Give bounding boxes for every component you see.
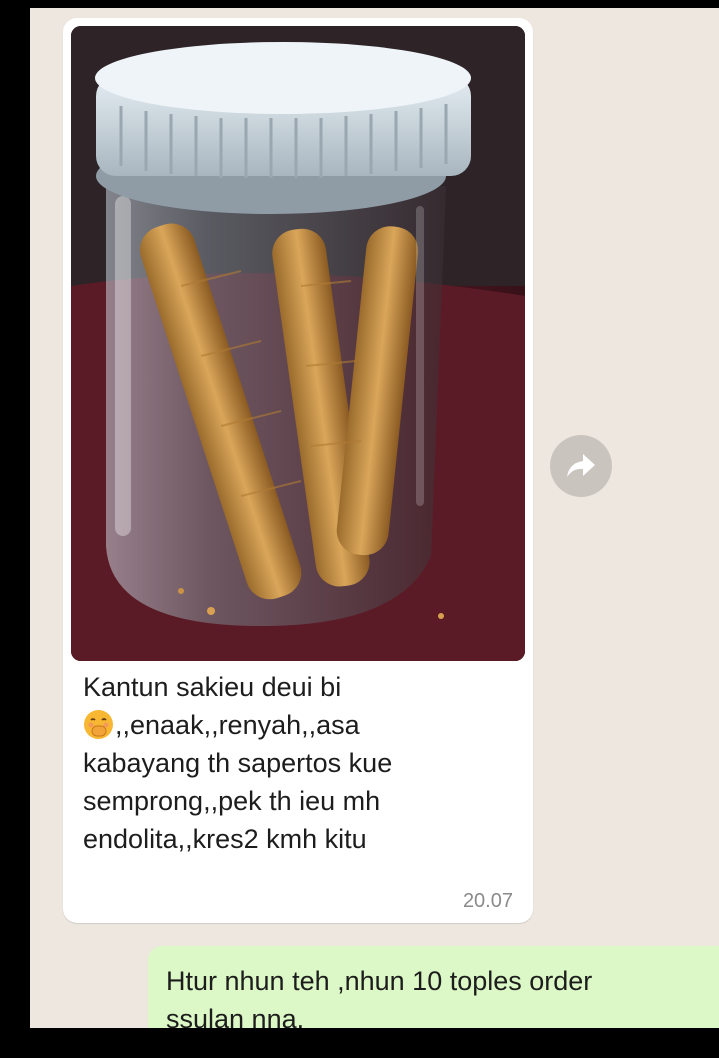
caption-line: kabayang th sapertos kue — [83, 748, 393, 778]
message-timestamp: 20.07 — [462, 890, 513, 912]
caption-line: endolita,,kres2 kmh kitu — [83, 824, 367, 854]
caption-line: Kantun sakieu deui bi — [83, 672, 342, 702]
message-caption: Kantun sakieu deui bi ,,enaak,,renyah,,a… — [83, 668, 503, 858]
forward-arrow-icon — [567, 454, 595, 477]
message-photo[interactable] — [71, 26, 525, 661]
chat-screen: Kantun sakieu deui bi ,,enaak,,renyah,,a… — [30, 8, 719, 1028]
cookie-jar-image — [71, 26, 525, 661]
hand-over-mouth-emoji-icon — [83, 709, 114, 740]
caption-line: ,,enaak,,renyah,,asa — [83, 706, 503, 744]
forward-button[interactable] — [550, 435, 612, 497]
outgoing-message-text: Htur nhun teh ,nhun 10 toples order ssul… — [166, 962, 706, 1028]
outgoing-message-bubble[interactable]: Htur nhun teh ,nhun 10 toples order ssul… — [148, 946, 719, 1028]
incoming-message-bubble[interactable]: Kantun sakieu deui bi ,,enaak,,renyah,,a… — [63, 18, 533, 923]
caption-text: ,,enaak,,renyah,,asa — [115, 710, 360, 740]
caption-line: semprong,,pek th ieu mh — [83, 786, 381, 816]
message-line: ssulan nna. — [166, 1004, 305, 1028]
message-line: Htur nhun teh ,nhun 10 toples order — [166, 966, 593, 996]
